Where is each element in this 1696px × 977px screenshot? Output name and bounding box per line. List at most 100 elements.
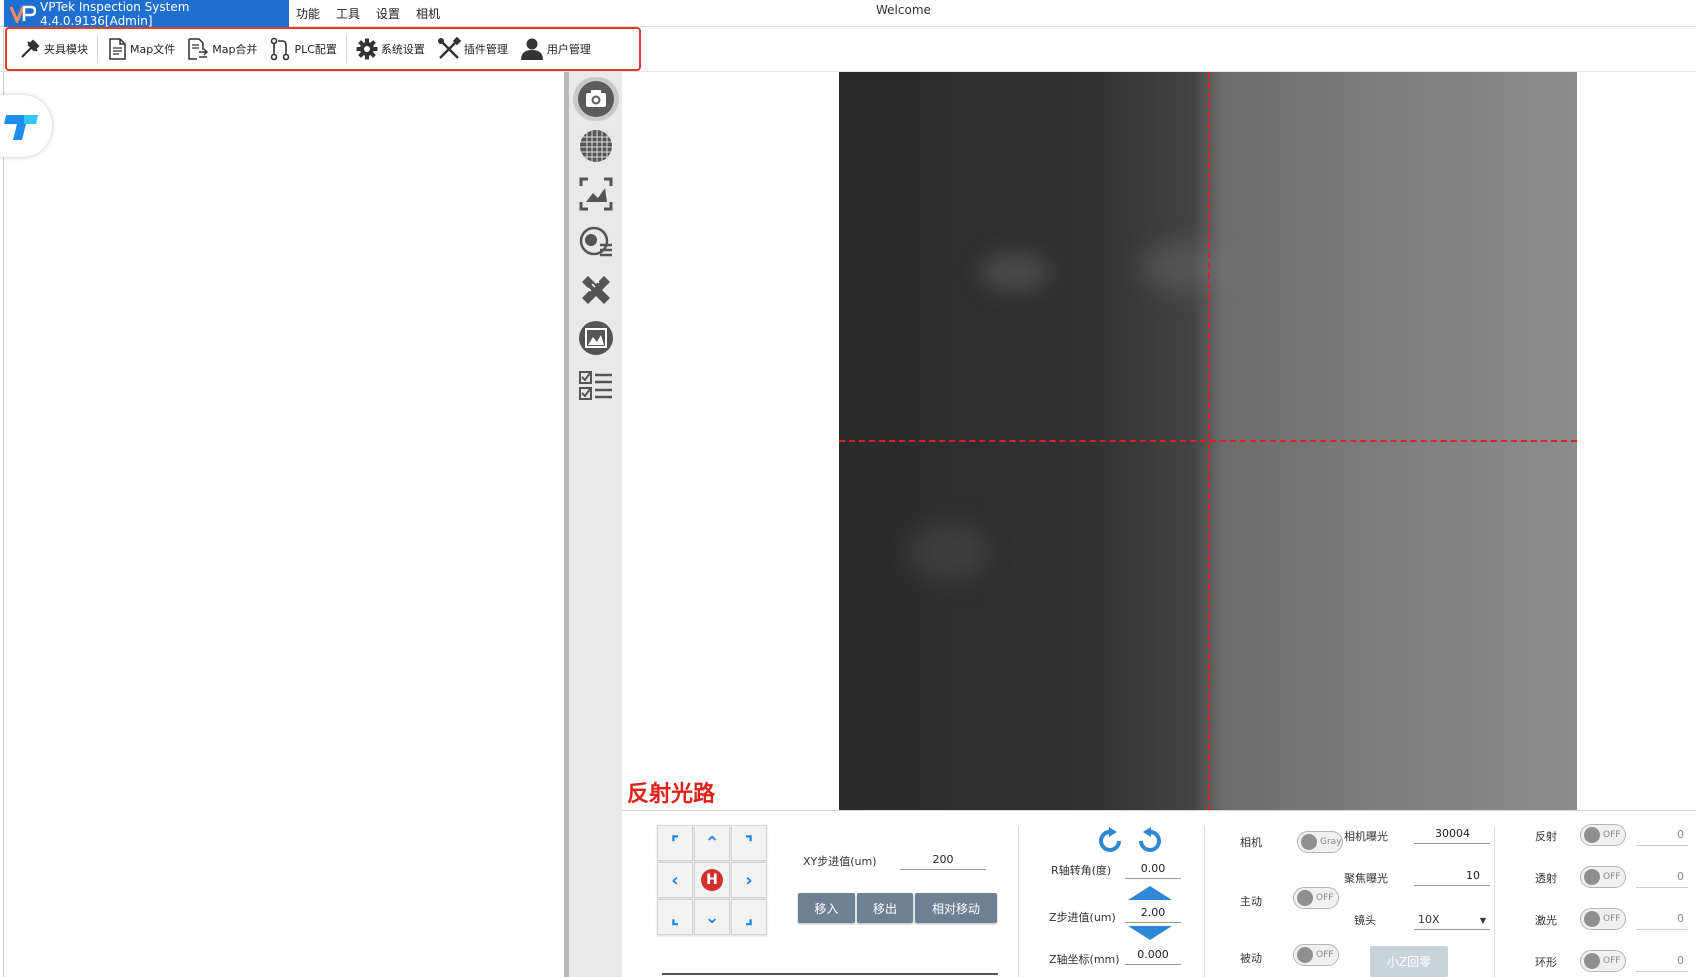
main-toolbar: 夹具模块 Map文件 Map合并 PLC配置 系统设置 插件管理 用户管理 (5, 27, 641, 71)
z-step-input[interactable] (1125, 903, 1181, 923)
reflect-light-value[interactable]: 0 (1677, 828, 1684, 841)
toggle-knob (1297, 890, 1313, 906)
transmit-light-toggle[interactable]: OFF (1580, 866, 1626, 888)
toolbar-map-merge-button[interactable]: Map合并 (181, 31, 263, 67)
toolstrip-checklist-button[interactable] (573, 364, 619, 408)
gear-icon (356, 38, 378, 60)
toolbar-system-settings-button[interactable]: 系统设置 (350, 31, 431, 67)
toolbar-plugin-manage-button[interactable]: 插件管理 (431, 31, 514, 67)
reflect-light-label: 反射 (1535, 830, 1557, 843)
z-coord-input[interactable] (1125, 945, 1181, 965)
toggle-knob (1584, 911, 1600, 927)
toolbar-user-manage-button[interactable]: 用户管理 (514, 31, 597, 67)
r-angle-input[interactable] (1125, 859, 1181, 879)
move-out-button[interactable]: 移出 (857, 893, 913, 923)
rotate-ccw-icon[interactable] (1097, 827, 1125, 855)
laser-light-toggle-text: OFF (1603, 914, 1621, 924)
menu-settings[interactable]: 设置 (376, 5, 400, 22)
main-menu: 功能 工具 设置 相机 (296, 0, 456, 27)
floating-assistant-button[interactable] (0, 95, 52, 157)
z-step-up-button[interactable] (1128, 886, 1172, 900)
reflect-light-toggle-text: OFF (1603, 830, 1621, 840)
move-up-right-button[interactable]: ⌝ (731, 825, 767, 861)
toolstrip-globe-list-button[interactable] (573, 220, 619, 264)
fixture-icon (21, 39, 40, 58)
toolstrip-picture-button[interactable] (573, 316, 619, 360)
horizontal-scrollbar[interactable] (662, 973, 998, 975)
passive-toggle[interactable]: OFF (1293, 944, 1339, 966)
xy-dpad: ⌜ ⌃ ⌝ ‹ H › ⌞ ⌄ ⌟ (657, 825, 769, 937)
rotate-cw-icon[interactable] (1135, 827, 1163, 855)
ring-light-label: 环形 (1535, 956, 1557, 969)
move-right-button[interactable]: › (731, 862, 767, 898)
camera-exposure-input[interactable] (1414, 824, 1490, 844)
move-down-right-button[interactable]: ⌟ (731, 899, 767, 935)
reflect-light-toggle[interactable]: OFF (1580, 824, 1626, 846)
move-up-left-button[interactable]: ⌜ (657, 825, 693, 861)
chevron-left-icon: ‹ (671, 869, 679, 891)
vp-logo-icon (9, 5, 37, 25)
corner-up-right-icon: ⌝ (744, 832, 754, 854)
transmit-light-input-line (1636, 887, 1688, 888)
z-step-down-button[interactable] (1128, 926, 1172, 940)
passive-toggle-text: OFF (1316, 950, 1334, 960)
camera-live-image[interactable] (839, 72, 1577, 810)
crosshair-horizontal (839, 440, 1577, 442)
z-step-label: Z步进值(um) (1049, 911, 1116, 924)
panel-divider (1018, 826, 1019, 977)
camera-gray-toggle-text: Gray (1320, 837, 1342, 847)
camera-label: 相机 (1240, 836, 1262, 849)
merge-icon (188, 38, 209, 60)
small-z-home-button[interactable]: 小Z回零 (1370, 946, 1448, 977)
ring-light-value[interactable]: 0 (1677, 954, 1684, 967)
plc-icon (271, 37, 290, 61)
xy-step-input[interactable] (900, 850, 986, 870)
laser-light-input-line (1636, 929, 1688, 930)
toolstrip-camera-button[interactable] (573, 77, 619, 121)
camera-gray-toggle[interactable]: Gray (1297, 831, 1343, 853)
ruler-pencil-icon (582, 276, 610, 304)
active-toggle-text: OFF (1316, 893, 1334, 903)
transmit-light-value[interactable]: 0 (1677, 870, 1684, 883)
move-down-button[interactable]: ⌄ (694, 899, 730, 935)
move-up-button[interactable]: ⌃ (694, 825, 730, 861)
toolbar-plc-config-button[interactable]: PLC配置 (263, 31, 342, 67)
transmit-light-toggle-text: OFF (1603, 872, 1621, 882)
app-title-tab[interactable]: VPTek Inspection System 4.4.0.9136[Admin… (4, 0, 289, 28)
toolbar-fixture-module-button[interactable]: 夹具模块 (13, 31, 94, 67)
home-button[interactable]: H (694, 862, 730, 898)
toolbar-separator (97, 35, 98, 63)
toolbar-map-merge-label: Map合并 (212, 43, 258, 56)
camera-icon (578, 81, 614, 117)
relative-move-button[interactable]: 相对移动 (915, 893, 997, 923)
toolbar-map-file-button[interactable]: Map文件 (101, 31, 181, 67)
ring-light-toggle[interactable]: OFF (1580, 950, 1626, 972)
toolstrip-wafer-map-button[interactable] (573, 124, 619, 168)
tools-icon (437, 37, 461, 59)
ring-light-input-line (1636, 971, 1688, 972)
toggle-knob (1301, 834, 1317, 850)
toggle-knob (1297, 947, 1313, 963)
laser-light-toggle[interactable]: OFF (1580, 908, 1626, 930)
toolbar-plugin-manage-label: 插件管理 (463, 43, 508, 56)
active-toggle[interactable]: OFF (1293, 887, 1339, 909)
move-left-button[interactable]: ‹ (657, 862, 693, 898)
toolbar-fixture-label: 夹具模块 (44, 43, 88, 56)
image-adjust-icon (579, 177, 613, 211)
lens-select-value: 10X (1418, 913, 1440, 926)
menu-tools[interactable]: 工具 (336, 5, 360, 22)
toggle-knob (1584, 953, 1600, 969)
focus-exposure-input[interactable] (1414, 866, 1490, 886)
menu-camera[interactable]: 相机 (416, 5, 440, 22)
menu-function[interactable]: 功能 (296, 5, 320, 22)
move-down-left-button[interactable]: ⌞ (657, 899, 693, 935)
toolstrip-ruler-pencil-button[interactable] (573, 268, 619, 312)
chevron-down-icon: ⌄ (704, 906, 720, 928)
ring-light-toggle-text: OFF (1603, 956, 1621, 966)
focus-exposure-label: 聚焦曝光 (1344, 872, 1388, 885)
toolstrip-image-adjust-button[interactable] (573, 172, 619, 216)
laser-light-value[interactable]: 0 (1677, 912, 1684, 925)
lens-select[interactable]: 10X ▼ (1414, 913, 1490, 930)
move-in-button[interactable]: 移入 (798, 893, 855, 923)
lens-label: 镜头 (1354, 914, 1376, 927)
